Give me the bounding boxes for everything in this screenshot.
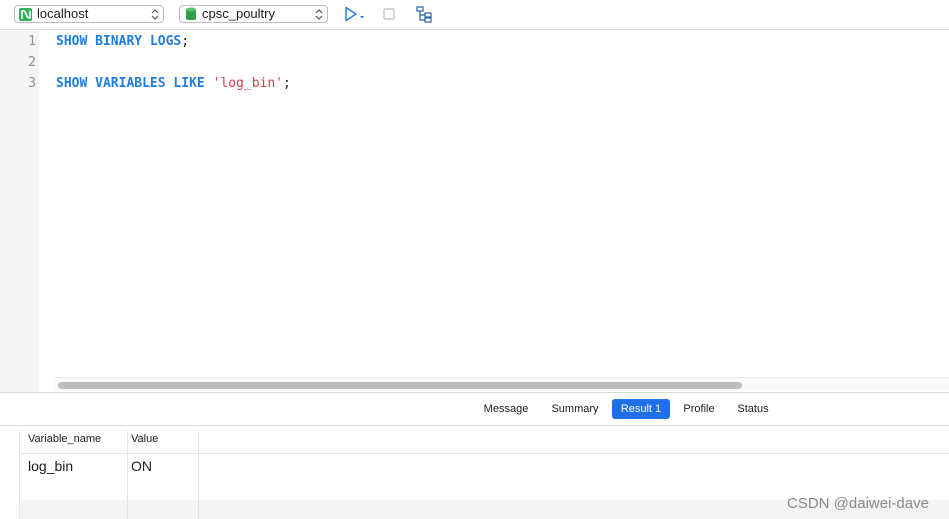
column-divider [19,431,20,519]
result-tabs: Message Summary Result 1 Profile Status [0,397,949,421]
chevron-updown-icon [151,9,159,20]
tab-summary[interactable]: Summary [544,399,606,419]
connection-name: localhost [37,6,89,21]
horizontal-scrollbar[interactable] [55,377,949,391]
database-select[interactable]: cpsc_poultry [179,5,328,23]
code-line-3[interactable]: SHOW VARIABLES LIKE 'log_bin'; [56,76,291,91]
tab-status[interactable]: Status [730,399,776,419]
connection-select[interactable]: localhost [14,5,164,23]
column-divider[interactable] [198,431,199,519]
tab-result-1[interactable]: Result 1 [612,399,670,419]
semicolon: ; [283,76,291,91]
keyword: SHOW [56,76,88,91]
table-cell[interactable]: log_bin [28,458,73,474]
tab-profile[interactable]: Profile [676,399,722,419]
panel-divider[interactable] [0,392,949,393]
explain-icon[interactable] [416,6,433,23]
column-header-variable-name[interactable]: Variable_name [28,433,101,445]
string-literal: 'log_bin' [212,76,284,91]
tab-message[interactable]: Message [476,399,536,419]
keyword: BINARY [95,34,143,49]
keyword: LOGS [149,34,182,49]
code-line-1[interactable]: SHOW BINARY LOGS; [56,34,189,49]
semicolon: ; [181,34,190,49]
watermark: CSDN @daiwei-dave [787,495,929,512]
database-icon [186,7,196,20]
scrollbar-thumb[interactable] [58,382,742,389]
keyword: SHOW [56,34,88,49]
column-divider[interactable] [127,431,128,519]
line-number: 3 [28,76,36,91]
connection-icon [19,8,32,21]
chevron-updown-icon [315,9,323,20]
database-name: cpsc_poultry [202,6,275,21]
column-header-value[interactable]: Value [131,433,158,445]
stop-icon[interactable] [383,8,395,20]
table-cell[interactable]: ON [131,458,152,474]
header-divider [20,453,949,454]
toolbar: localhost cpsc_poultry [0,0,949,30]
line-number: 2 [28,55,36,70]
run-icon[interactable] [344,6,366,22]
keyword: LIKE [173,76,205,91]
keyword: VARIABLES [95,76,166,91]
line-number: 1 [28,34,36,49]
